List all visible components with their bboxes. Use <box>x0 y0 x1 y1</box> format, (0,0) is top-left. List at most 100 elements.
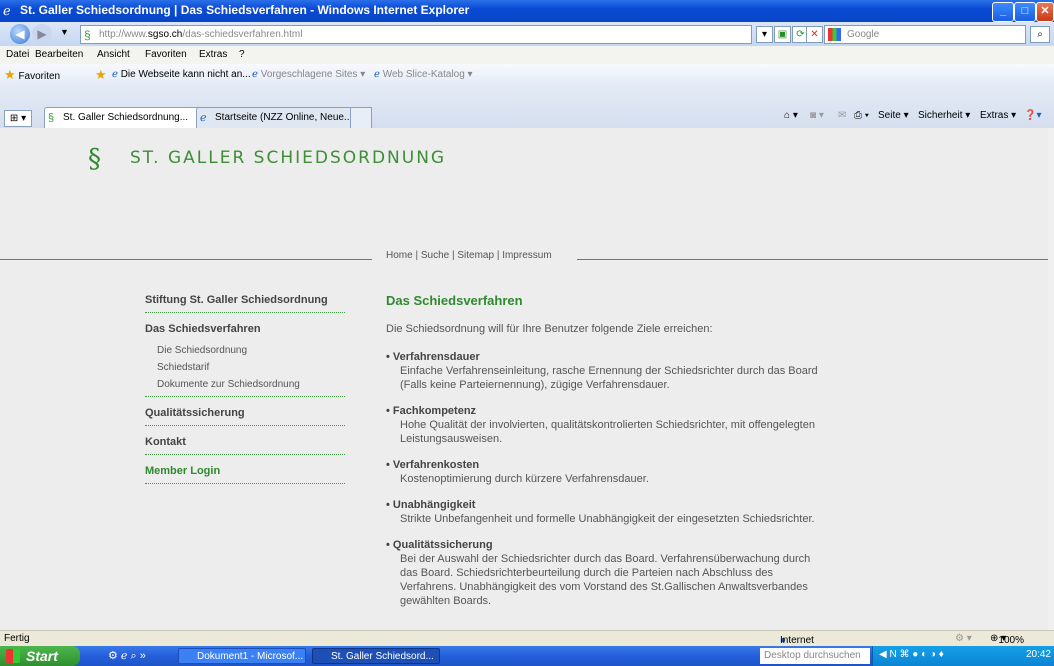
url-path: /das-schiedsverfahren.html <box>182 29 303 40</box>
window-title: St. Galler Schiedsordnung | Das Schiedsv… <box>20 3 470 17</box>
bullet-text: Bei der Auswahl der Schiedsrichter durch… <box>400 553 811 607</box>
clock[interactable]: 20:42 <box>1026 649 1051 660</box>
menu-bearbeiten[interactable]: Bearbeiten <box>35 49 83 60</box>
fav-item-2[interactable]: ℯ Web Slice-Katalog ▾ <box>374 69 473 80</box>
bullet-title: Qualitätssicherung <box>386 538 826 552</box>
divider <box>0 259 372 260</box>
favorites-button[interactable]: ★ Favoriten <box>4 67 60 83</box>
sidebar-sub-schiedsordnung[interactable]: Die Schiedsordnung <box>145 345 345 356</box>
ie-icon: ℯ <box>3 3 11 18</box>
search-placeholder: Google <box>847 29 880 40</box>
top-navigation: Home | Suche | Sitemap | Impressum <box>386 250 552 261</box>
status-text: Fertig <box>4 633 30 644</box>
list-item: Qualitätssicherung Bei der Auswahl der S… <box>386 538 826 608</box>
add-favorite-icon[interactable]: ★ <box>95 67 107 83</box>
zoom-level: 100% <box>998 635 1024 646</box>
minimize-button[interactable]: _ <box>992 2 1014 22</box>
nav-home[interactable]: Home <box>386 250 413 261</box>
page-title: Das Schiedsverfahren <box>386 293 523 308</box>
feeds-icon[interactable]: ◙ ▾ <box>810 110 824 121</box>
menu-sicherheit[interactable]: Sicherheit ▾ <box>918 110 970 121</box>
menu-datei[interactable]: Datei <box>6 49 29 60</box>
site-favicon: § <box>84 28 91 42</box>
taskbar: Start ⚙ ℯ ⌕ » Dokument1 - Microsof... St… <box>0 646 1054 666</box>
tab-nzz[interactable]: ℯ Startseite (NZZ Online, Neue... <box>196 107 368 128</box>
maximize-button[interactable]: □ <box>1014 2 1036 22</box>
bullet-title: Verfahrensdauer <box>386 350 826 364</box>
fav-item-0[interactable]: ℯ Die Webseite kann nicht an... <box>112 69 251 80</box>
status-bar: Fertig ● Internet ⚙ ▾ ⊕ 100% ▾ <box>0 630 1054 647</box>
intro-text: Die Schiedsordnung will für Ihre Benutze… <box>386 323 713 335</box>
zoom-control[interactable]: ⊕ 100% ▾ <box>990 633 1024 646</box>
tab-bar: ⊞ ▾ § St. Galler Schiedsordnung... ✕ ℯ S… <box>0 86 1054 128</box>
search-input[interactable]: Google <box>824 25 1026 44</box>
sidebar-item-schiedsverfahren[interactable]: Das Schiedsverfahren <box>145 321 345 341</box>
bullet-text: Einfache Verfahrenseinleitung, rasche Er… <box>400 365 818 391</box>
home-icon[interactable]: ⌂ ▾ <box>784 110 798 121</box>
menu-extras[interactable]: Extras <box>199 49 227 60</box>
sidebar-item-qualitaet[interactable]: Qualitätssicherung <box>145 405 345 426</box>
ie-icon: ℯ <box>200 112 207 124</box>
tab-sgso[interactable]: § St. Galler Schiedsordnung... ✕ <box>44 107 214 128</box>
address-toolbar: ◀ ▶ ▼ § http://www.sgso.ch/das-schiedsve… <box>0 22 1054 46</box>
sidebar-sub-schiedstarif[interactable]: Schiedstarif <box>145 362 345 373</box>
quicklaunch-icons[interactable]: ⚙ ℯ ⌕ » <box>108 649 146 663</box>
desktop-search-input[interactable]: Desktop durchsuchen <box>760 648 870 664</box>
google-icon <box>828 28 841 41</box>
sidebar-item-member-login[interactable]: Member Login <box>145 463 345 484</box>
menu-ansicht[interactable]: Ansicht <box>97 49 130 60</box>
sidebar: Stiftung St. Galler Schiedsordnung Das S… <box>145 292 345 492</box>
sidebar-group-schiedsverfahren: Das Schiedsverfahren Die Schiedsordnung … <box>145 321 345 397</box>
mail-icon[interactable]: ✉ <box>838 110 846 121</box>
nav-impressum[interactable]: Impressum <box>502 250 551 261</box>
page-viewport: § ST. GALLER SCHIEDSORDNUNG Home | Suche… <box>0 128 1054 630</box>
help-icon[interactable]: ❓▾ <box>1024 110 1041 121</box>
sidebar-item-kontakt[interactable]: Kontakt <box>145 434 345 455</box>
menu-favoriten[interactable]: Favoriten <box>145 49 187 60</box>
close-button[interactable]: ✕ <box>1036 2 1054 22</box>
address-input[interactable]: § http://www.sgso.ch/das-schiedsverfahre… <box>80 25 752 44</box>
window-titlebar[interactable]: ℯ St. Galler Schiedsordnung | Das Schied… <box>0 0 1054 22</box>
print-icon[interactable]: ⎙ ▾ <box>854 110 869 121</box>
list-item: Verfahrenkosten Kostenoptimierung durch … <box>386 458 826 486</box>
menu-seite[interactable]: Seite ▾ <box>878 110 909 121</box>
sidebar-sub-dokumente[interactable]: Dokumente zur Schiedsordnung <box>145 379 345 390</box>
bullet-text: Strikte Unbefangenheit und formelle Unab… <box>400 513 815 525</box>
history-dropdown-icon[interactable]: ▼ <box>60 27 69 37</box>
list-item: Fachkompetenz Hohe Qualität der involvie… <box>386 404 826 446</box>
bullet-title: Unabhängigkeit <box>386 498 826 512</box>
sidebar-item-stiftung[interactable]: Stiftung St. Galler Schiedsordnung <box>145 292 345 313</box>
divider <box>577 259 1048 260</box>
taskbar-item-ie[interactable]: St. Galler Schiedsord... <box>312 648 440 664</box>
address-dropdown-icon[interactable]: ▾ <box>756 26 773 43</box>
menu-extras-tools[interactable]: Extras ▾ <box>980 110 1016 121</box>
fav-item-1[interactable]: ℯ Vorgeschlagene Sites ▾ <box>252 69 365 80</box>
sgso-logo-icon[interactable]: § <box>88 144 101 174</box>
quick-tabs-icon[interactable]: ⊞ ▾ <box>4 110 32 127</box>
list-item: Unabhängigkeit Strikte Unbefangenheit un… <box>386 498 826 526</box>
search-icon[interactable]: ⌕ <box>1030 26 1050 43</box>
taskbar-item-word[interactable]: Dokument1 - Microsof... <box>178 648 306 664</box>
start-button[interactable]: Start <box>0 646 80 666</box>
scrollbar[interactable] <box>1048 128 1054 630</box>
compat-view-icon[interactable]: ▣ <box>774 26 791 43</box>
new-tab-button[interactable] <box>350 107 372 128</box>
forward-button[interactable]: ▶ <box>32 24 52 44</box>
site-favicon: § <box>48 112 55 124</box>
system-tray: ◀ N ⌘ ● ◐ ◑ ♦ 20:42 <box>872 646 1054 666</box>
nav-sitemap[interactable]: Sitemap <box>457 250 494 261</box>
bullet-title: Verfahrenkosten <box>386 458 826 472</box>
back-button[interactable]: ◀ <box>10 24 30 44</box>
stop-icon[interactable]: ✕ <box>806 26 823 43</box>
tray-icons[interactable]: ◀ N ⌘ ● ◐ ◑ ♦ <box>879 649 944 660</box>
main-content: Das Schiedsverfahren Die Schiedsordnung … <box>386 294 826 620</box>
protected-mode-icon[interactable]: ⚙ ▾ <box>955 633 972 644</box>
nav-suche[interactable]: Suche <box>421 250 449 261</box>
menu-help[interactable]: ? <box>239 49 245 60</box>
favorites-bar: ★ Favoriten ★ ℯ Die Webseite kann nicht … <box>0 64 1054 87</box>
bullet-text: Kostenoptimierung durch kürzere Verfahre… <box>400 473 649 485</box>
site-logo-text[interactable]: ST. GALLER SCHIEDSORDNUNG <box>130 148 446 168</box>
star-icon: ★ <box>4 67 16 82</box>
menu-bar: Datei Bearbeiten Ansicht Favoriten Extra… <box>0 46 1054 65</box>
url-domain: sgso.ch <box>147 29 183 40</box>
